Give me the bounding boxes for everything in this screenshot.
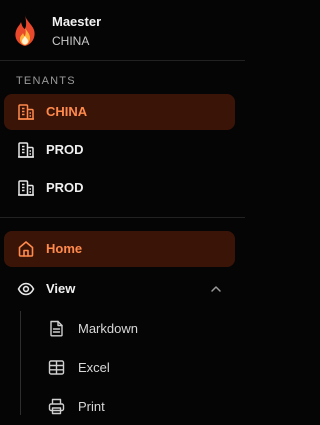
submenu-item-markdown[interactable]: Markdown bbox=[36, 312, 231, 344]
tenant-item-prod[interactable]: PROD bbox=[4, 170, 235, 206]
printer-icon bbox=[48, 398, 65, 415]
submenu-item-label: Print bbox=[78, 399, 105, 414]
building-icon bbox=[18, 180, 34, 196]
sidebar-header: Maester CHINA bbox=[0, 0, 245, 61]
submenu-guide-line bbox=[20, 311, 21, 415]
nav-item-view[interactable]: View bbox=[4, 271, 235, 307]
nav-item-label: Home bbox=[46, 241, 83, 256]
current-tenant-label: CHINA bbox=[52, 34, 90, 48]
tenant-item-label: PROD bbox=[46, 142, 84, 157]
submenu-item-print[interactable]: Print bbox=[36, 390, 231, 422]
eye-icon bbox=[17, 282, 35, 296]
tenants-section-label: TENANTS bbox=[16, 75, 76, 87]
app-name: Maester bbox=[52, 14, 102, 29]
divider bbox=[0, 217, 245, 218]
tenant-item-label: PROD bbox=[46, 180, 84, 195]
flame-logo-icon bbox=[15, 15, 35, 46]
tenant-item-prod[interactable]: PROD bbox=[4, 132, 235, 168]
nav-item-label: View bbox=[46, 281, 76, 296]
tenant-item-china[interactable]: CHINA bbox=[4, 94, 235, 130]
chevron-up-icon[interactable] bbox=[209, 282, 223, 296]
sidebar: Maester CHINA TENANTS CHINA PROD PROD Ho… bbox=[0, 0, 245, 425]
file-text-icon bbox=[50, 320, 63, 337]
submenu-item-label: Markdown bbox=[78, 321, 138, 336]
building-icon bbox=[18, 142, 34, 158]
building-icon bbox=[18, 104, 34, 120]
nav-item-home[interactable]: Home bbox=[4, 231, 235, 267]
table-icon bbox=[48, 360, 65, 375]
home-icon bbox=[18, 241, 34, 257]
submenu-item-excel[interactable]: Excel bbox=[36, 351, 231, 383]
submenu-item-label: Excel bbox=[78, 360, 110, 375]
tenant-item-label: CHINA bbox=[46, 104, 88, 119]
